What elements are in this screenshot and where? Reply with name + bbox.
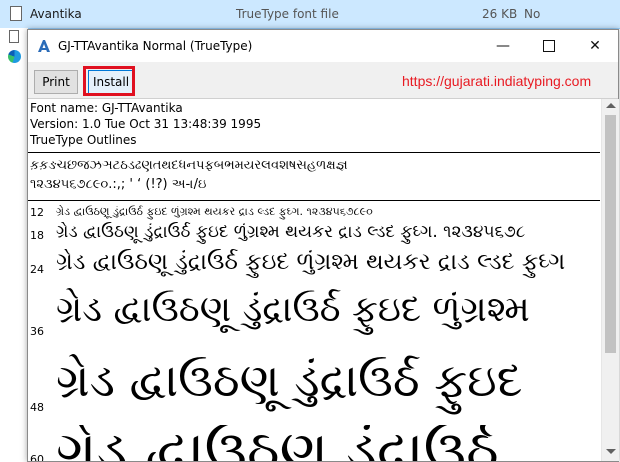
font-file-icon [10, 6, 22, 21]
close-icon: ✕ [589, 38, 601, 54]
sample-text: ગ્રેડ દ્વાઉઠણૂ ડુંદ્રાઉર્ઠ ફુઇદ ળુંગ્રશ્… [56, 222, 526, 242]
sample-size-label: 48 [30, 401, 44, 414]
charset-line-2: ૧૨૩૪૫૬૭૮૯૦.:,; ' ‘ (!?) અ-।/ઇ [30, 177, 207, 192]
sample-row-12: 12 ગ્રેડ દ્વાઉઠણૂ ડુંદ્રાઉર્ઠ ફુઇદ ળુંગ્… [28, 203, 600, 221]
scroll-thumb[interactable] [605, 115, 616, 353]
vertical-scrollbar[interactable] [601, 99, 619, 461]
scroll-up-arrow-icon[interactable] [606, 103, 616, 108]
print-button[interactable]: Print [34, 70, 78, 94]
sample-row-36: 36 ગ્રેડ દ્વાઉઠણૂ ડુંદ્રાઉર્ઠ ફુઇદ ળુંગ્… [28, 285, 600, 347]
close-button[interactable]: ✕ [572, 30, 618, 62]
font-outline-line: TrueType Outlines [30, 133, 137, 147]
title-bar[interactable]: GJ-TTAvantika Normal (TrueType) — ✕ [28, 30, 618, 62]
font-version-line: Version: 1.0 Tue Oct 31 13:48:39 1995 [30, 117, 262, 131]
install-highlight-box [83, 66, 135, 96]
sample-size-label: 36 [30, 325, 44, 338]
sample-size-label: 18 [30, 229, 44, 242]
sample-row-24: 24 ગ્રેડ દ્વાઉઠણૂ ડુંદ્રાઉર્ઠ ફુઇદ ળુંગ્… [28, 249, 600, 283]
sample-row-18: 18 ગ્રેડ દ્વાઉઠણૂ ડુંદ્રાઉર્ઠ ફુઇદ ળુંગ્… [28, 222, 600, 246]
font-app-icon [38, 40, 50, 52]
explorer-left-pane [0, 28, 28, 460]
sample-size-label: 24 [30, 263, 44, 276]
charset-line-1: ક઼ક઼ઙચછજઝઞટઠડઢણતથદધનપફબભમયરલવશષસહળક્ષજ્ઞ [30, 158, 348, 173]
info-divider [28, 152, 600, 153]
explorer-file-row[interactable]: Avantika TrueType font file 26 KB No [0, 0, 620, 29]
window-title: GJ-TTAvantika Normal (TrueType) [58, 39, 253, 53]
document-icon [9, 30, 19, 43]
minimize-button[interactable]: — [480, 30, 526, 62]
scroll-down-arrow-icon[interactable] [606, 449, 616, 454]
charset-divider [28, 200, 600, 201]
font-preview-area: Font name: GJ-TTAvantika Version: 1.0 Tu… [28, 99, 600, 461]
edge-browser-icon [8, 50, 21, 63]
file-type: TrueType font file [236, 7, 339, 21]
sample-text: ગ્રેડ દ્વાઉઠણૂ ડુંદ્રાઉર્ઠ ફુઇદ ળુંગ્રશ્… [56, 249, 566, 275]
maximize-icon [543, 40, 555, 52]
font-name-line: Font name: GJ-TTAvantika [30, 101, 183, 115]
file-name: Avantika [30, 7, 82, 21]
sample-text: ગ્રેડ દ્વાઉઠણૂ ડુંદ્રાઉર્ઠ [56, 425, 499, 461]
sample-row-60: 60 ગ્રેડ દ્વાઉઠણૂ ડુંદ્રાઉર્ઠ [28, 425, 600, 461]
file-size: 26 KB [482, 7, 518, 21]
sample-size-label: 12 [30, 206, 44, 219]
sample-text: ગ્રેડ દ્વાઉઠણૂ ડુંદ્રાઉર્ઠ ફુઇદ ળુંગ્રશ્… [56, 205, 373, 218]
sample-row-48: 48 ગ્રેડ દ્વાઉઠણૂ ડુંદ્રાઉર્ઠ ફુઇદ [28, 349, 600, 423]
minimize-icon: — [496, 38, 510, 54]
toolbar: Print Install https://gujarati.indiatypi… [28, 62, 618, 99]
font-viewer-window: GJ-TTAvantika Normal (TrueType) — ✕ Prin… [27, 29, 619, 462]
sample-text: ગ્રેડ દ્વાઉઠણૂ ડુંદ્રાઉર્ઠ ફુઇદ ળુંગ્રશ્… [56, 289, 530, 330]
sample-text: ગ્રેડ દ્વાઉઠણૂ ડુંદ્રાઉર્ઠ ફુઇદ [56, 353, 523, 407]
file-flag: No [524, 7, 541, 21]
maximize-button[interactable] [526, 30, 572, 62]
website-url[interactable]: https://gujarati.indiatyping.com [402, 73, 591, 89]
